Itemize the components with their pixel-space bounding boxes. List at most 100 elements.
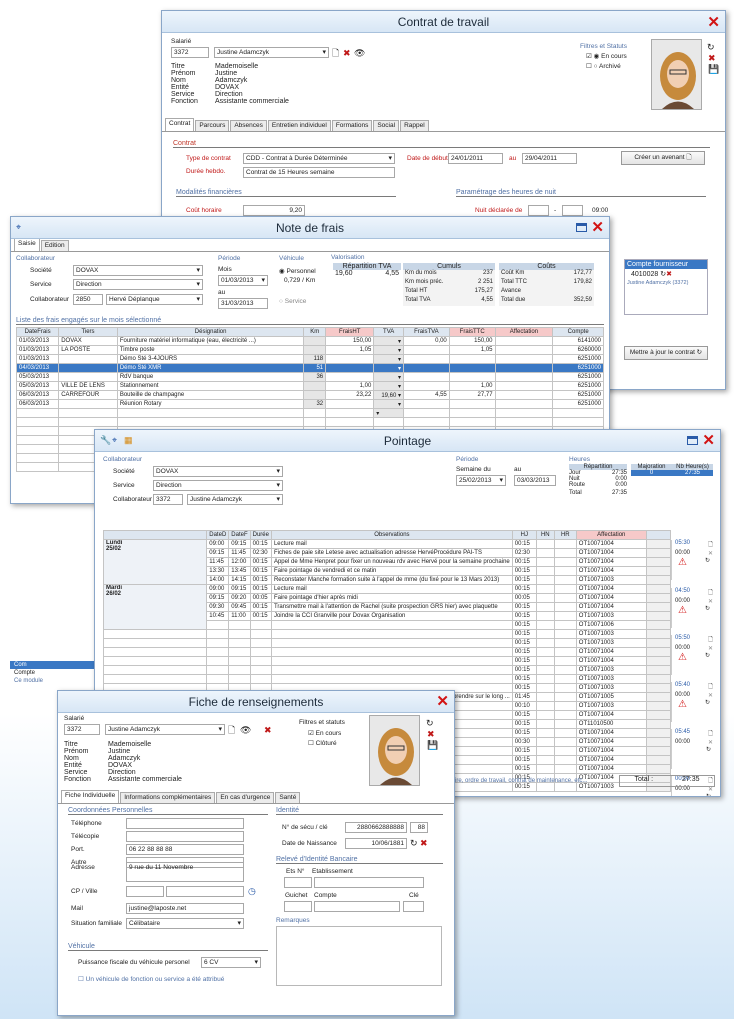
tab-absences[interactable]: Absences — [230, 120, 267, 131]
refresh-icon[interactable]: ↻ — [706, 747, 711, 753]
table-row[interactable]: 01/03/2013 LA POSTE Timbre poste 1,05 ▾ 1,05… — [15, 345, 604, 355]
vehicule-fonction-checkbox[interactable]: ☐ Un véhicule de fonction ou service a é… — [78, 975, 224, 983]
delete-icon[interactable]: ✖ — [343, 48, 351, 58]
mois-select[interactable]: 01/03/2013 — [218, 275, 268, 286]
tab-saisie[interactable]: Saisie — [14, 238, 40, 251]
remove-icon[interactable]: ✖ — [427, 729, 435, 739]
create-avenant-button[interactable]: Créer un avenant 🗋 — [621, 151, 705, 165]
salarie-select[interactable]: Justine Adamczyk — [105, 724, 225, 735]
remarques-input[interactable] — [276, 926, 442, 986]
service-select[interactable]: Direction — [73, 279, 203, 290]
close-icon[interactable]: ✕ — [708, 550, 713, 557]
fournisseur-value[interactable]: 4010028 ↻✖ — [625, 269, 707, 279]
tab-social[interactable]: Social — [373, 120, 400, 131]
doc-icon[interactable]: 🗋 — [708, 729, 713, 739]
service-select[interactable]: Direction — [153, 480, 283, 491]
table-row[interactable]: 05/03/2013 VILLE DE LENS Stationnement 1,00… — [15, 381, 604, 391]
nuit-to[interactable] — [562, 205, 583, 216]
tab-fiche-individuelle[interactable]: Fiche Individuelle — [61, 790, 120, 803]
update-contrat-button[interactable]: Mettre à jour le contrat ↻ — [624, 346, 708, 360]
column-header[interactable]: HJ — [511, 530, 537, 540]
maximize-icon[interactable] — [687, 436, 698, 445]
table-row[interactable]: 00:15 OT10071003 — [102, 638, 672, 648]
puissance-select[interactable]: 6 CV — [201, 957, 261, 968]
table-row[interactable]: 00:15 OT10071003 — [102, 629, 672, 639]
tva-cell[interactable]: ▾ — [373, 372, 405, 382]
status-cloture[interactable]: ☐ Clôturé — [308, 739, 337, 747]
nuit-from[interactable] — [528, 205, 549, 216]
column-header[interactable]: FraisTTC — [448, 327, 496, 337]
tva-cell[interactable]: ▾ — [373, 336, 405, 346]
column-header[interactable]: DateFrais — [15, 327, 60, 337]
column-header[interactable]: Désignation — [116, 327, 305, 337]
tva-cell[interactable]: ▾ — [373, 399, 405, 409]
table-row[interactable]: 06/03/2013 Réunion Rotary 32 ▾ 6251000 — [15, 399, 604, 409]
salarie-id[interactable]: 3372 — [64, 724, 100, 735]
close-icon[interactable]: ✕ — [702, 431, 715, 449]
refresh-icon[interactable]: ↻ — [426, 718, 434, 728]
collab-select[interactable]: Justine Adamczyk — [187, 494, 283, 505]
tools-icon[interactable]: 🔧 — [100, 435, 111, 445]
fin-date[interactable]: 29/04/2011 — [522, 153, 577, 164]
type-select[interactable]: CDD - Contrat à Durée Déterminée — [243, 153, 395, 164]
semaine-select[interactable]: 25/02/2013 — [456, 475, 506, 486]
debut-date[interactable]: 24/01/2011 — [448, 153, 503, 164]
table-row[interactable]: Mardi 26/02 09:00 09:15 00:15 Lecture mail 00:… — [102, 584, 672, 630]
secu-key[interactable]: 88 — [410, 822, 428, 833]
maximize-icon[interactable] — [576, 223, 587, 232]
column-header[interactable]: HN — [535, 530, 555, 540]
tva-cell[interactable]: 19,60 ▾ — [373, 390, 405, 400]
secu-input[interactable]: 2880662888888 — [345, 822, 407, 833]
collab-id[interactable]: 3372 — [153, 494, 183, 505]
save-icon[interactable]: 💾 — [708, 64, 719, 74]
table-row[interactable]: 06/03/2013 CARREFOUR Bouteille de champagn… — [15, 390, 604, 400]
tva-cell[interactable]: ▾ — [373, 381, 405, 391]
binoculars-icon[interactable]: ⌖ — [16, 222, 21, 232]
etab-input[interactable] — [314, 877, 424, 888]
close-icon[interactable]: ✕ — [708, 786, 713, 793]
adresse-input[interactable]: 9 rue du 11 Novembre — [126, 862, 244, 882]
table-row[interactable]: ▾ — [15, 408, 604, 418]
close-icon[interactable]: ✕ — [591, 218, 604, 236]
status-archive[interactable]: ☐ ○ Archivé — [586, 62, 621, 70]
tva-cell[interactable]: ▾ — [373, 354, 405, 364]
column-header[interactable]: Affectation — [494, 327, 554, 337]
societe-select[interactable]: DOVAX — [73, 265, 203, 276]
tab-en-cas-d-urgence[interactable]: En cas d'urgence — [216, 792, 275, 803]
tab-contrat[interactable]: Contrat — [165, 118, 195, 131]
table-row[interactable]: 00:15 OT10071004 — [102, 656, 672, 666]
close-icon[interactable]: ✕ — [708, 739, 713, 746]
collab-id[interactable]: 2850 — [73, 294, 103, 305]
mail-input[interactable]: justine@laposte.net — [126, 903, 244, 914]
doc-icon[interactable]: 🗋 — [708, 540, 713, 550]
status-en-cours[interactable]: ☑ ◉ En cours — [586, 52, 627, 60]
compte-input[interactable] — [314, 901, 400, 912]
salarie-id[interactable]: 3372 — [171, 47, 209, 58]
tab-formations[interactable]: Formations — [331, 120, 373, 131]
cout-input[interactable]: 9,20 — [243, 205, 305, 216]
tab-informations-compl-mentaires[interactable]: Informations complémentaires — [120, 792, 216, 803]
tab-rappel[interactable]: Rappel — [400, 120, 429, 131]
status-en-cours[interactable]: ☑ En cours — [308, 729, 341, 737]
refresh-icon[interactable]: ↻ — [706, 794, 711, 796]
column-header[interactable]: Observations — [270, 530, 513, 540]
column-header[interactable]: Compte — [552, 327, 604, 337]
column-header[interactable]: DateD — [206, 530, 230, 540]
column-header[interactable]: Durée — [249, 530, 272, 540]
refresh-icon[interactable]: ↻ — [410, 838, 418, 848]
close-icon[interactable]: ✕ — [436, 692, 449, 710]
delete-icon[interactable]: ✖ — [264, 725, 272, 735]
table-row[interactable]: 01/03/2013 Démo Sté 3-4JOURS 118 ▾ 6251000 — [15, 354, 604, 364]
column-header[interactable]: HR — [553, 530, 577, 540]
view-icon[interactable]: 👁 — [240, 725, 251, 735]
column-header[interactable]: DateF — [228, 530, 251, 540]
salarie-select[interactable]: Justine Adamczyk — [214, 47, 329, 58]
new-doc-icon[interactable]: 🗋 — [228, 725, 235, 735]
fax-input[interactable] — [126, 831, 244, 842]
table-row[interactable]: 00:15 OT10071003 — [102, 665, 672, 675]
remove-icon[interactable]: ✖ — [420, 838, 428, 848]
column-header[interactable]: TVA — [373, 327, 405, 337]
table-row[interactable]: 05/03/2013 RdV banque 36 ▾ 6251000 — [15, 372, 604, 382]
table-row[interactable]: 00:15 OT10071003 — [102, 674, 672, 684]
close-icon[interactable]: ✕ — [708, 598, 713, 605]
